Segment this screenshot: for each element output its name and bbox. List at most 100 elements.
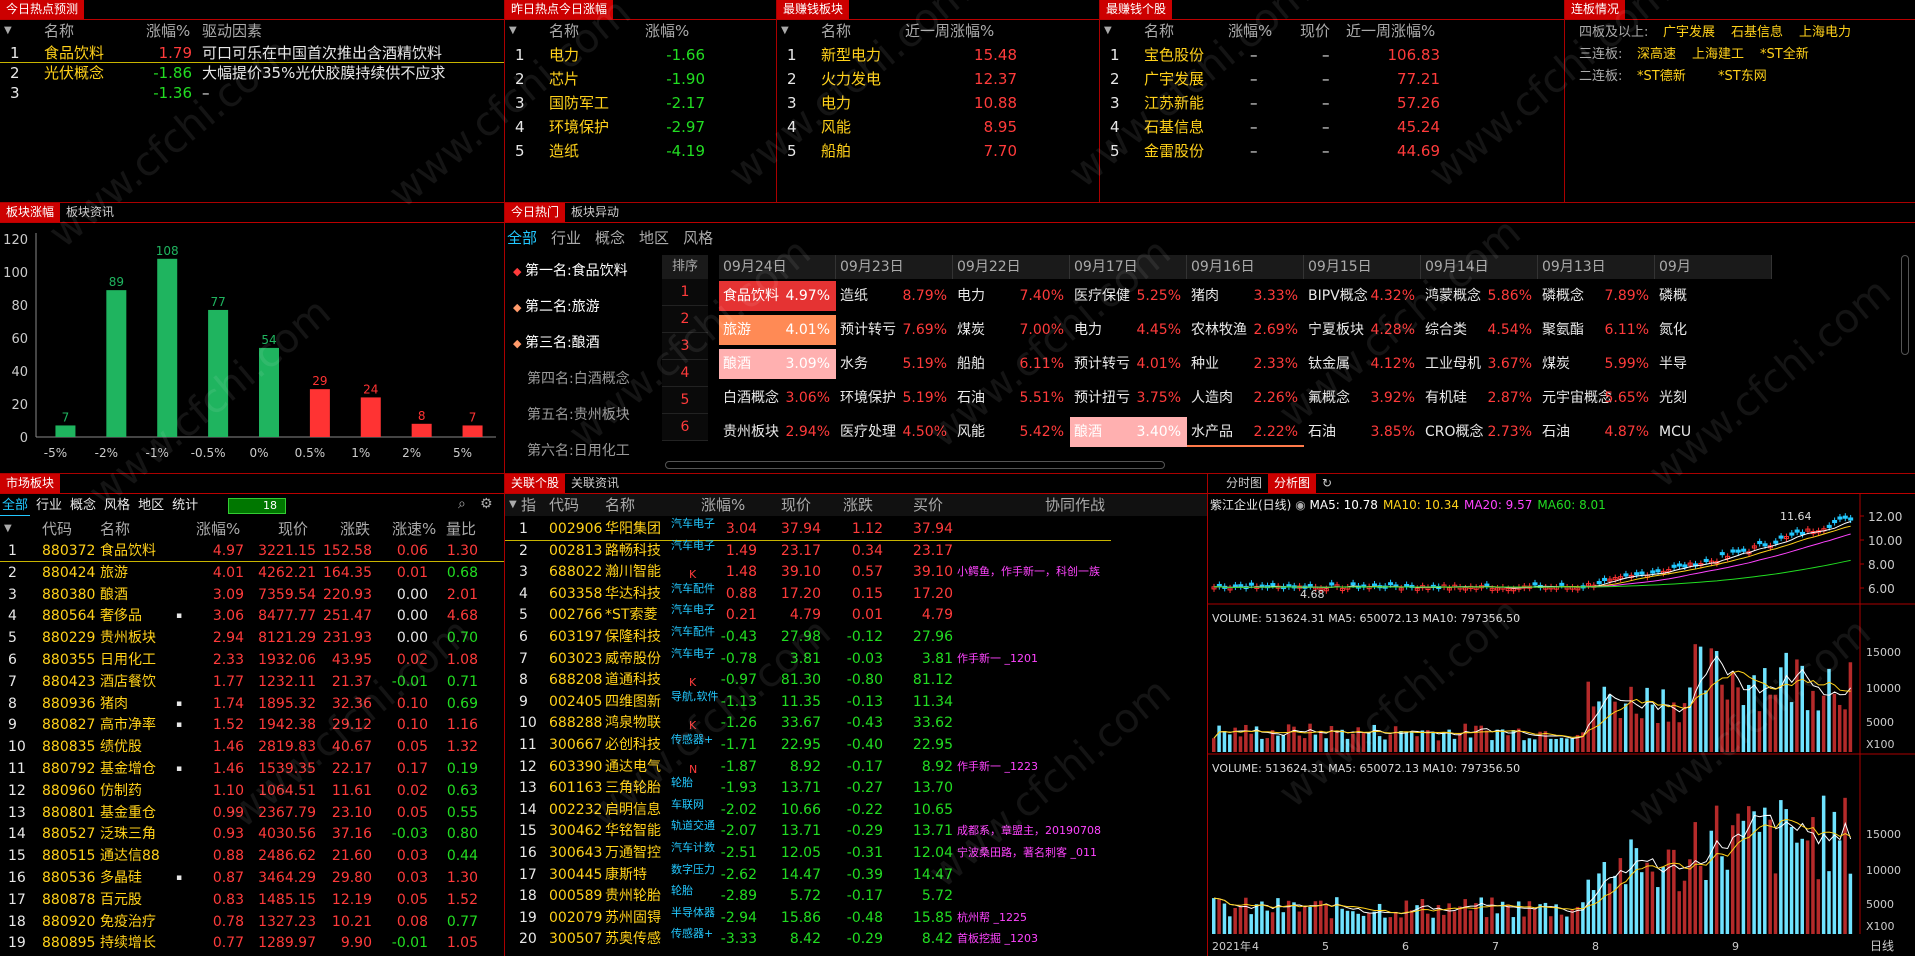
hot-sector-cell[interactable]: MCU — [1655, 417, 1772, 447]
table-row[interactable]: 3 880380 酿酒 3.09 7359.54 220.93 0.00 2.01 — [0, 584, 504, 606]
table-row[interactable]: 1 880372 食品饮料 4.97 3221.15 152.58 0.06 1.30 — [0, 540, 504, 562]
table-row[interactable]: 20 300507 苏奥传感 传感器+ -3.33 8.42 -0.29 8.42 首板挖掘 _… — [505, 927, 1207, 950]
list-item[interactable]: 1 电力 -1.66 — [505, 43, 776, 67]
limit-up-stock[interactable]: 石基信息 — [1731, 22, 1783, 44]
table-row[interactable]: 13 601163 三角轮胎 轮胎 -1.93 13.71 -0.27 13.70 — [505, 776, 1207, 799]
hot-sector-cell[interactable]: 食品饮料 4.97% — [719, 281, 836, 311]
bar[interactable] — [309, 389, 330, 437]
tab-market-sector[interactable]: 市场板块 — [0, 474, 61, 493]
tab-limit-up[interactable]: 连板情况 — [1565, 0, 1626, 19]
hot-sector-cell[interactable]: 磷概 — [1655, 281, 1772, 311]
table-row[interactable]: 10 688288 鸿泉物联 K -1.26 33.67 -0.43 33.62 — [505, 712, 1207, 734]
list-item[interactable]: 4 石基信息 – – 45.24 — [1100, 115, 1564, 139]
hot-sector-cell[interactable]: 风能 5.42% — [953, 417, 1070, 447]
filter-tab[interactable]: 全部 — [0, 496, 31, 516]
hot-sector-cell[interactable]: 猪肉 3.33% — [1187, 281, 1304, 311]
hot-sector-cell[interactable]: 造纸 8.79% — [836, 281, 953, 311]
hot-sector-cell[interactable]: 预计转亏 4.01% — [1070, 349, 1187, 379]
hot-sector-cell[interactable]: 有机硅 2.87% — [1421, 383, 1538, 413]
rank-item[interactable]: 第六名:日用化工 — [513, 433, 663, 469]
filter-tab[interactable]: 地区 — [136, 496, 166, 516]
table-row[interactable]: 17 880878 百元股 0.83 1485.15 12.19 0.05 1.52 — [0, 889, 504, 911]
table-row[interactable]: 2 002813 路畅科技 汽车电子 1.49 23.17 0.34 23.17 — [505, 539, 1207, 562]
list-item[interactable]: 3 电力 10.88 — [777, 91, 1099, 115]
rank-item[interactable]: ◆ 第三名:酿酒 — [513, 325, 663, 361]
bar[interactable] — [106, 290, 127, 437]
table-row[interactable]: 5 880229 贵州板块 2.94 8121.29 231.93 0.00 0.70 — [0, 627, 504, 649]
table-row[interactable]: 18 000589 贵州轮胎 轮胎 -2.89 5.72 -0.17 5.72 — [505, 884, 1207, 907]
hot-sector-cell[interactable]: 钛金属 4.12% — [1304, 349, 1421, 379]
horizontal-scrollbar[interactable] — [665, 461, 1165, 469]
bar[interactable] — [157, 258, 178, 437]
filter-tab[interactable]: 地区 — [639, 227, 669, 249]
list-item[interactable]: 2 广宇发展 – – 77.21 — [1100, 67, 1564, 91]
hot-sector-cell[interactable]: 酿酒 3.40% — [1070, 417, 1187, 447]
table-row[interactable]: 16 880536 多晶硅 ▪ 0.87 3464.29 29.80 0.03 1.30 — [0, 867, 504, 889]
list-item[interactable]: 3 -1.36– — [0, 83, 504, 103]
table-row[interactable]: 2 880424 旅游 4.01 4262.21 164.35 0.01 0.68 — [0, 562, 504, 584]
bar[interactable] — [360, 397, 381, 437]
table-row[interactable]: 5 002766 *ST索菱 汽车电子 0.21 4.79 0.01 4.79 — [505, 603, 1207, 626]
tab-sector-news[interactable]: 板块资讯 — [60, 203, 120, 222]
gear-icon[interactable]: ⚙ — [480, 496, 493, 512]
rank-item[interactable]: ◆ 第一名:食品饮料 — [513, 253, 663, 289]
table-row[interactable]: 7 603023 威帝股份 汽车电子 -0.78 3.81 -0.03 3.81 作手新一 _1… — [505, 647, 1207, 670]
table-row[interactable]: 15 880515 通达信88 0.88 2486.62 21.60 0.03 0.44 — [0, 845, 504, 867]
list-item[interactable]: 2 光伏概念 -1.86 大幅提价35%光伏胶膜持续供不应求 — [0, 63, 504, 83]
rank-item[interactable]: ◆ 第二名:旅游 — [513, 289, 663, 325]
table-row[interactable]: 17 300445 康斯特 数字压力 -2.62 14.47 -0.39 14.47 — [505, 863, 1207, 886]
hot-sector-cell[interactable]: 磷概念 7.89% — [1538, 281, 1655, 311]
filter-tab[interactable]: 全部 — [507, 227, 537, 249]
search-icon[interactable]: ⌕ — [458, 496, 466, 512]
bar[interactable] — [411, 423, 432, 437]
table-row[interactable]: 9 880827 高市净率 ▪ 1.52 1942.38 29.12 0.10 1.16 — [0, 714, 504, 736]
table-row[interactable]: 3 688022 瀚川智能 K 1.48 39.10 0.57 39.10 小鳄鱼，作手新一，科… — [505, 561, 1207, 583]
hot-sector-cell[interactable]: 人造肉 2.26% — [1187, 383, 1304, 413]
list-item[interactable]: 4 环境保护 -2.97 — [505, 115, 776, 139]
refresh-icon[interactable]: ↻ — [1316, 474, 1338, 493]
limit-up-stock[interactable]: *ST全新 — [1760, 44, 1809, 66]
hot-sector-cell[interactable]: BIPV概念 4.32% — [1304, 281, 1421, 311]
hot-sector-cell[interactable]: 工业母机 3.67% — [1421, 349, 1538, 379]
list-item[interactable]: 3 国防军工 -2.17 — [505, 91, 776, 115]
table-row[interactable]: 18 880920 免疫治疗 0.78 1327.23 10.21 0.08 0.77 — [0, 911, 504, 933]
table-row[interactable]: 13 880801 基金重仓 0.99 2367.79 23.10 0.05 0.55 — [0, 802, 504, 824]
hot-sector-cell[interactable]: 鸿蒙概念 5.86% — [1421, 281, 1538, 311]
filter-tab[interactable]: 风格 — [683, 227, 713, 249]
hot-sector-cell[interactable]: 医疗处理 4.50% — [836, 417, 953, 447]
hot-sector-cell[interactable]: 环境保护 5.19% — [836, 383, 953, 413]
hot-sector-cell[interactable]: 预计扭亏 3.75% — [1070, 383, 1187, 413]
limit-up-stock[interactable]: 上海建工 — [1692, 44, 1744, 66]
hot-sector-cell[interactable]: 煤炭 5.99% — [1538, 349, 1655, 379]
table-row[interactable]: 8 880936 猪肉 ▪ 1.74 1895.32 32.36 0.10 0.69 — [0, 693, 504, 715]
list-item[interactable]: 3 江苏新能 – – 57.26 — [1100, 91, 1564, 115]
table-row[interactable]: 4 603358 华达科技 汽车配件 0.88 17.20 0.15 17.20 — [505, 582, 1207, 605]
hot-sector-cell[interactable]: 半导 — [1655, 349, 1772, 379]
hot-sector-cell[interactable]: 光刻 — [1655, 383, 1772, 413]
filter-tab[interactable]: 行业 — [34, 496, 64, 516]
hot-sector-cell[interactable]: 宁夏板块 4.28% — [1304, 315, 1421, 345]
filter-tab[interactable]: 行业 — [551, 227, 581, 249]
hot-sector-cell[interactable]: 氮化 — [1655, 315, 1772, 345]
table-row[interactable]: 4 880564 奢侈品 ▪ 3.06 8477.77 251.47 0.00 4.68 — [0, 605, 504, 627]
tab-today-hot[interactable]: 今日热门 — [505, 203, 566, 222]
table-row[interactable]: 14 002232 启明信息 车联网 -2.02 10.66 -0.22 10.65 — [505, 798, 1207, 821]
tab-intraday[interactable]: 分时图 — [1220, 474, 1268, 493]
limit-up-stock[interactable]: *ST德新 — [1637, 66, 1686, 88]
period-label[interactable]: 日线 — [1870, 939, 1894, 953]
hot-sector-cell[interactable]: 农林牧渔 2.69% — [1187, 315, 1304, 345]
bar[interactable] — [462, 425, 483, 437]
hot-sector-cell[interactable]: 氟概念 3.92% — [1304, 383, 1421, 413]
tab-hot-forecast[interactable]: 今日热点预测 — [0, 0, 85, 19]
filter-tab[interactable]: 统计 — [170, 496, 200, 516]
limit-up-stock[interactable]: *ST东网 — [1718, 66, 1767, 88]
filter-tab[interactable]: 概念 — [68, 496, 98, 516]
tab-related-news[interactable]: 关联资讯 — [565, 474, 625, 493]
hot-sector-cell[interactable]: 水务 5.19% — [836, 349, 953, 379]
table-row[interactable]: 9 002405 四维图新 导航,软件 -1.13 11.35 -0.13 11.34 — [505, 690, 1207, 713]
filter-tab[interactable]: 概念 — [595, 227, 625, 249]
list-item[interactable]: 2 芯片 -1.90 — [505, 67, 776, 91]
tab-yesterday-hot[interactable]: 昨日热点今日涨幅 — [505, 0, 614, 19]
table-row[interactable]: 6 880355 日用化工 2.33 1932.06 43.95 0.02 1.08 — [0, 649, 504, 671]
table-row[interactable]: 14 880527 泛珠三角 0.93 4030.56 37.16 -0.03 0.80 — [0, 823, 504, 845]
